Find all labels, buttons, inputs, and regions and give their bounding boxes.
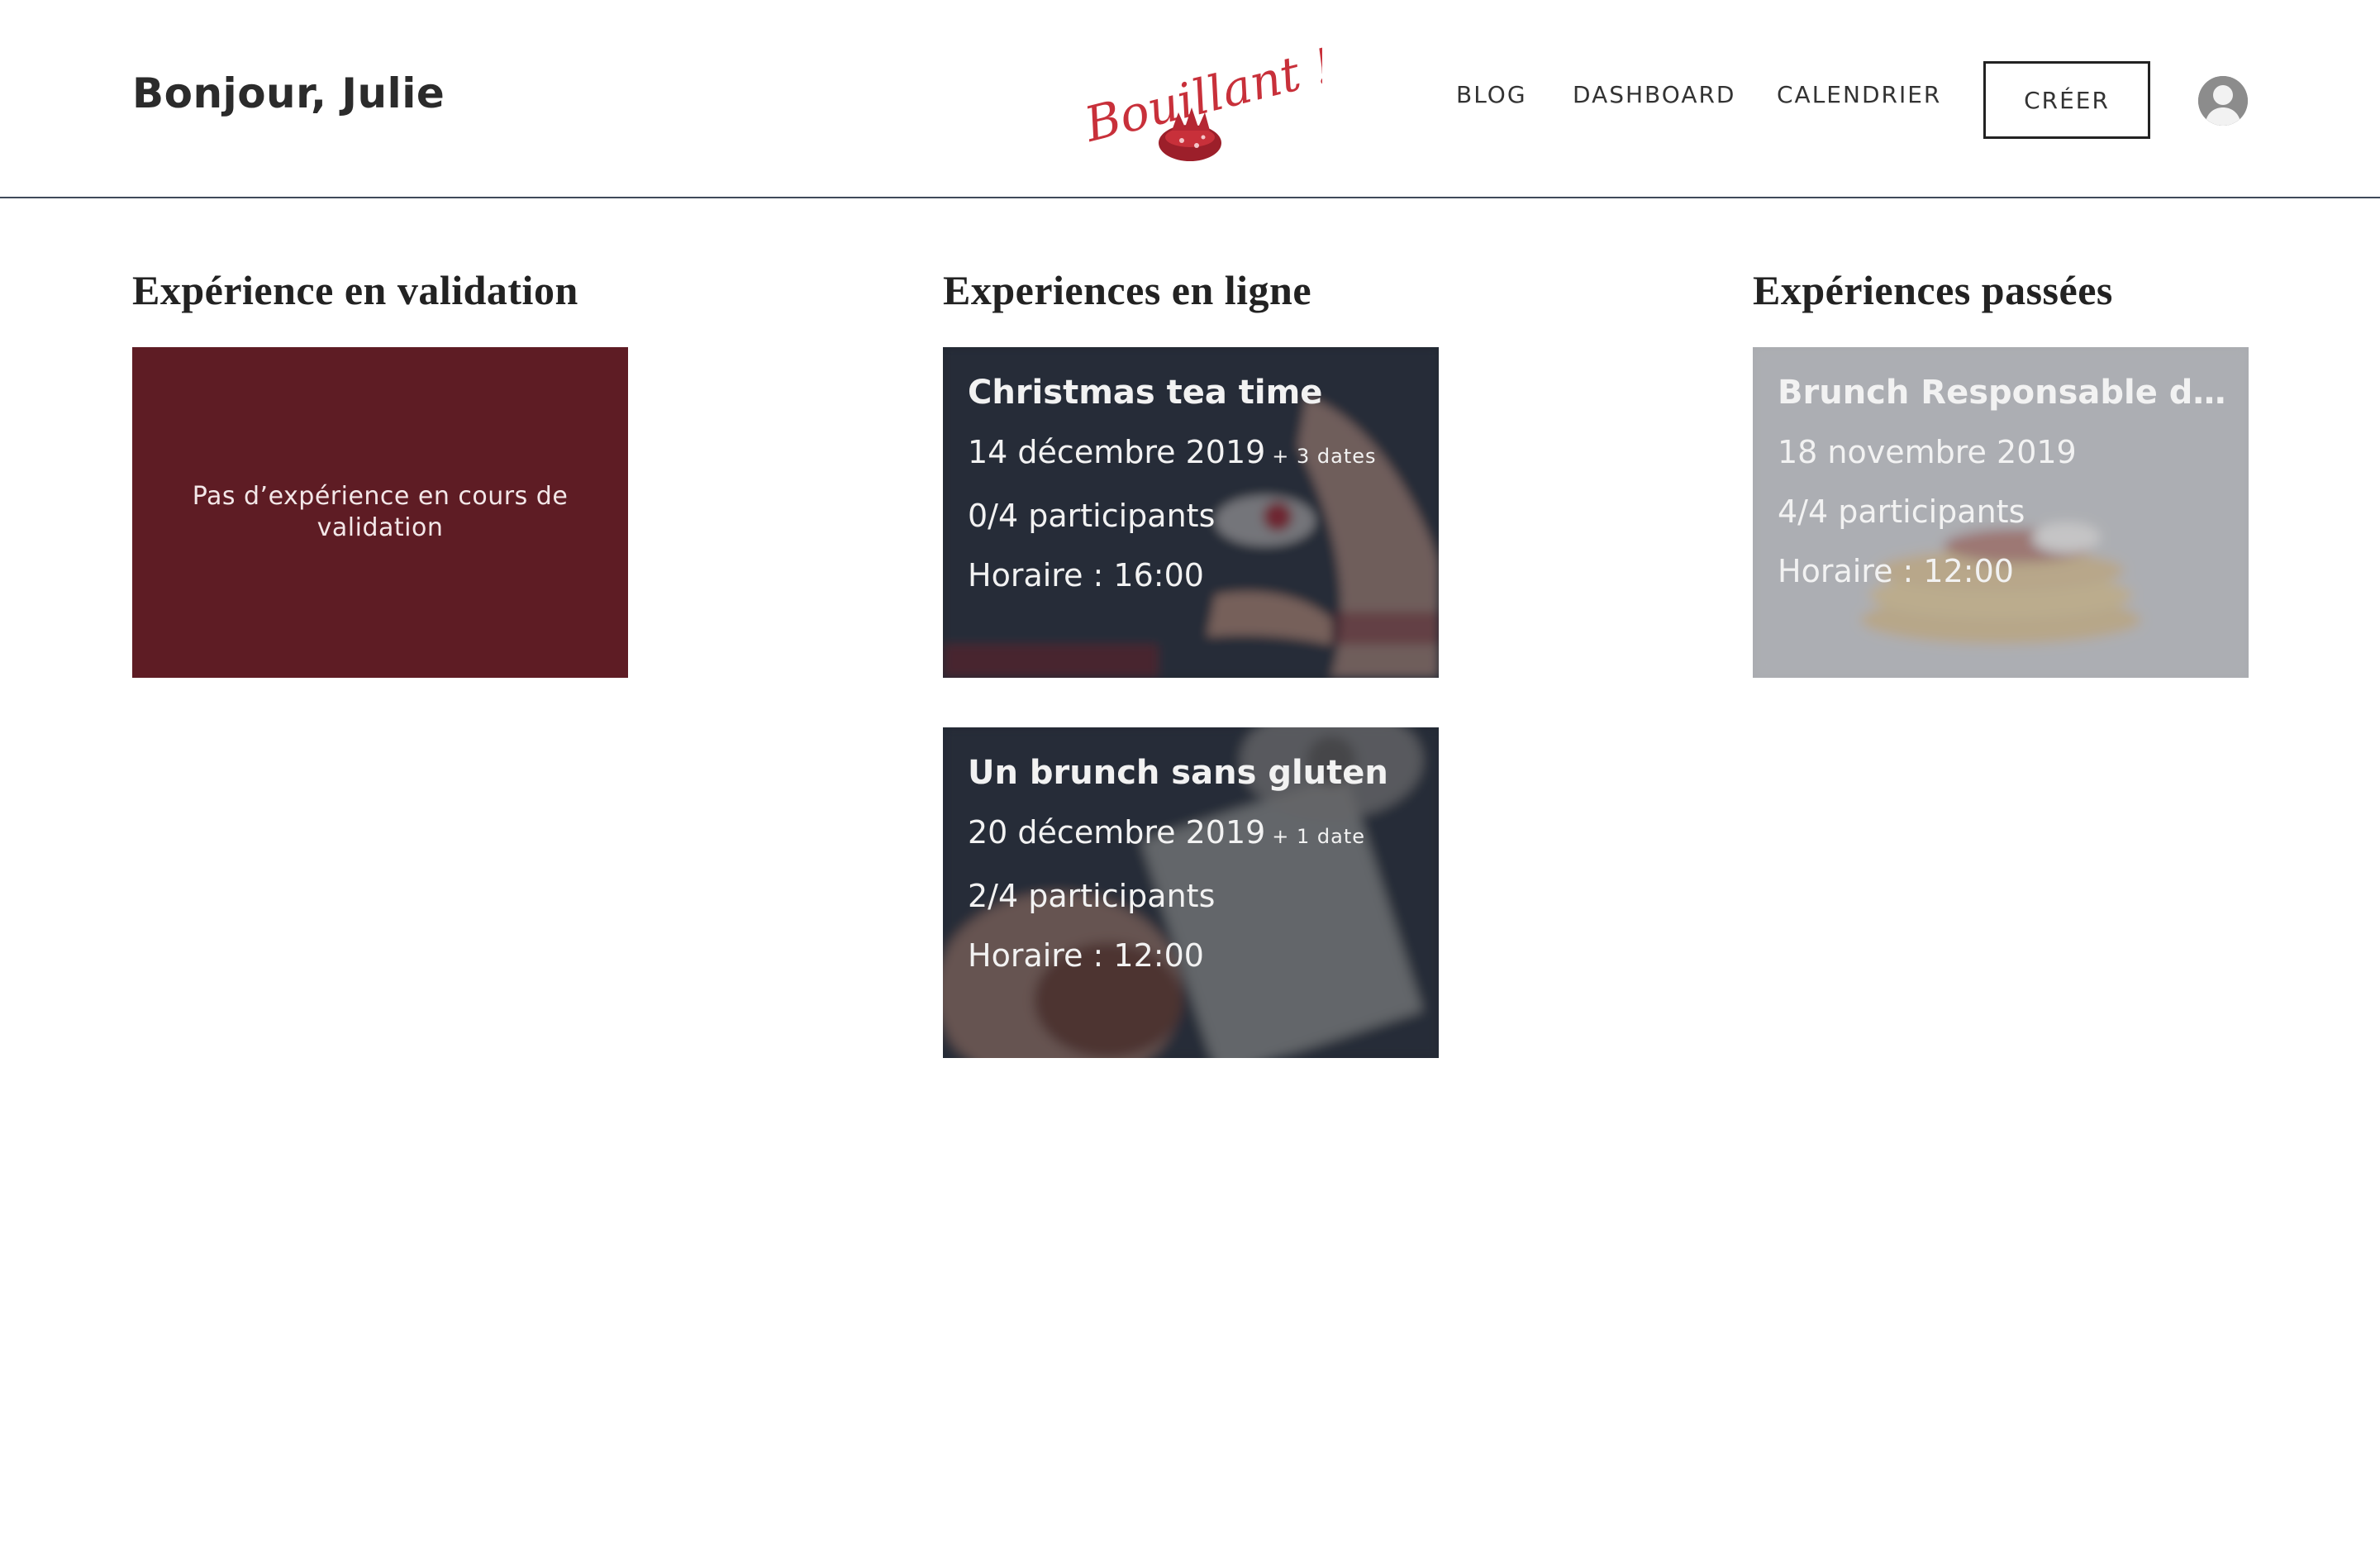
more-dates-badge: + 1 date [1272,825,1366,848]
nav-blog-link[interactable]: BLOG [1456,81,1527,108]
user-avatar-icon[interactable] [2198,76,2248,126]
card-participants: 0/4 participants [968,498,1216,534]
validation-empty-card: Pas d’expérience en cours de validation [132,347,628,678]
past-section-title: Expériences passées [1753,267,2113,313]
nav-dashboard-link[interactable]: DASHBOARD [1573,81,1735,108]
card-participants: 2/4 participants [968,878,1216,914]
experience-card-christmas-tea[interactable]: Christmas tea time 14 décembre 2019 + 3 d… [943,347,1439,678]
bouillant-logo[interactable]: Bouillant ! [1074,31,1322,164]
card-schedule: Horaire : 16:00 [968,557,1204,593]
create-button[interactable]: CRÉER [1983,61,2150,139]
card-date: 20 décembre 2019 + 1 date [968,814,1366,851]
online-section-title: Experiences en ligne [943,267,1312,313]
card-date: 18 novembre 2019 [1778,434,2077,470]
card-title: Christmas tea time [968,374,1323,412]
validation-section-title: Expérience en validation [132,267,578,313]
card-title: Un brunch sans gluten [968,754,1388,792]
card-title: Brunch Responsable de… [1778,374,2232,412]
more-dates-badge: + 3 dates [1272,445,1377,468]
top-header: Bonjour, Julie Bouillant ! BLOG DASHBOAR… [0,0,2380,198]
card-schedule: Horaire : 12:00 [1778,553,2014,589]
nav-calendar-link[interactable]: CALENDRIER [1777,81,1941,108]
greeting-title: Bonjour, Julie [132,69,445,117]
card-schedule: Horaire : 12:00 [968,937,1204,974]
card-date: 14 décembre 2019 + 3 dates [968,434,1377,470]
experience-card-brunch-responsable[interactable]: Brunch Responsable de… 18 novembre 2019 … [1753,347,2249,678]
card-participants: 4/4 participants [1778,493,2025,530]
experience-card-brunch-sans-gluten[interactable]: Un brunch sans gluten 20 décembre 2019 + … [943,727,1439,1058]
empty-validation-message: Pas d’expérience en cours de validation [192,482,569,542]
